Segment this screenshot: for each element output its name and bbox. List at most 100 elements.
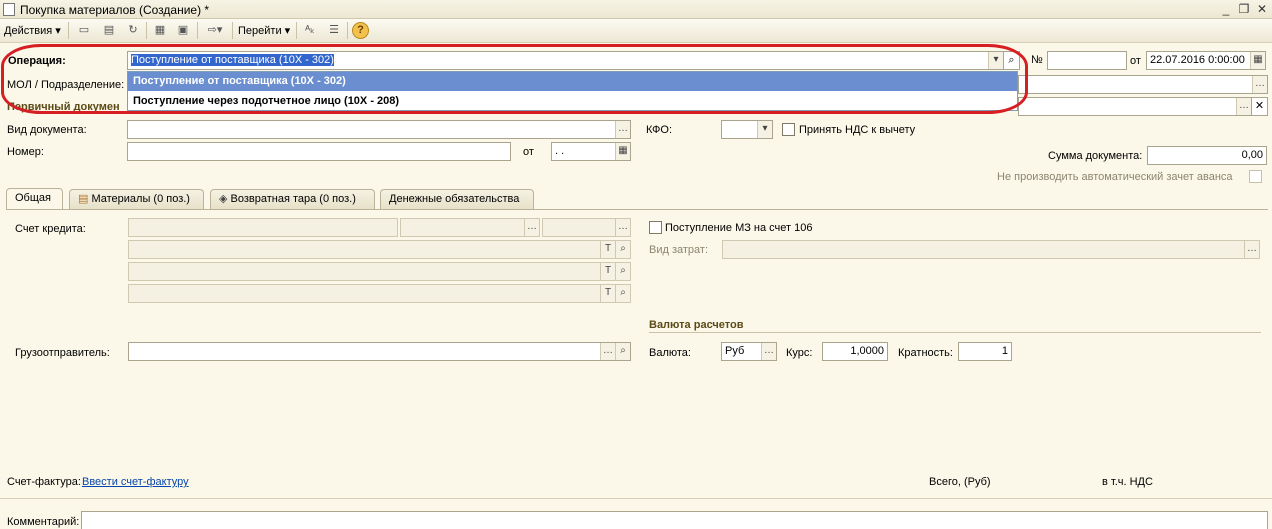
operation-value: Поступление от поставщика (10Х - 302) xyxy=(131,54,334,66)
print-icon[interactable]: ▣ xyxy=(174,22,192,39)
window-title: Покупка материалов (Создание) * xyxy=(20,3,210,17)
ellipsis-icon[interactable]: … xyxy=(1244,241,1259,258)
vat-checkbox[interactable] xyxy=(782,123,795,136)
toolbar: Действия ▾ ▭ ▤ ↻ ▦ ▣ ⇨▾ Перейти ▾ ᴬₖ ☰ ? xyxy=(0,19,1272,43)
operation-select[interactable]: Поступление от поставщика (10Х - 302) ▾ xyxy=(127,51,1004,70)
operation-dropdown-list: Поступление от поставщика (10Х - 302) По… xyxy=(127,71,1018,111)
package-icon: ◈ xyxy=(219,193,228,205)
document-icon xyxy=(3,3,15,16)
restore-icon[interactable]: ❐ xyxy=(1237,2,1251,16)
toolbar-separator xyxy=(347,22,348,39)
calendar-icon[interactable]: ▦ xyxy=(1250,52,1265,69)
credit-subaccount-input[interactable]: … xyxy=(542,218,631,237)
type-icon[interactable]: T xyxy=(600,285,615,302)
tab-returnable-containers[interactable]: ◈ Возвратная тара (0 поз.) xyxy=(210,189,375,209)
kfo-label: КФО: xyxy=(646,124,673,136)
table-icon: ▤ xyxy=(78,193,89,205)
doc-type-label: Вид документа: xyxy=(7,124,87,136)
ellipsis-icon[interactable]: … xyxy=(761,343,776,360)
tab-materials[interactable]: ▤ Материалы (0 поз.) xyxy=(69,189,204,209)
search-icon[interactable]: ⌕ xyxy=(615,343,630,360)
dropdown-option[interactable]: Поступление через подотчетное лицо (10Х … xyxy=(128,92,1017,111)
vat-total-label: в т.ч. НДС xyxy=(1102,476,1153,488)
analytics-input-1[interactable]: T ⌕ xyxy=(128,240,631,259)
number-field-label: Номер: xyxy=(7,146,44,158)
help-icon[interactable]: ? xyxy=(352,22,369,39)
ellipsis-icon[interactable]: … xyxy=(1252,76,1267,93)
consignor-input[interactable]: … ⌕ xyxy=(128,342,631,361)
refresh-icon[interactable]: ↻ xyxy=(124,22,142,39)
toolbar-separator xyxy=(197,22,198,39)
doc-number-input[interactable] xyxy=(127,142,511,161)
tab-monetary-obligations[interactable]: Денежные обязательства xyxy=(380,189,534,209)
actions-menu[interactable]: Действия ▾ xyxy=(4,24,61,37)
type-icon[interactable]: T xyxy=(600,241,615,258)
ellipsis-icon[interactable]: … xyxy=(615,121,630,138)
analytics-input-3[interactable]: T ⌕ xyxy=(128,284,631,303)
based-on-icon[interactable]: ⇨▾ xyxy=(202,22,228,39)
chevron-down-icon[interactable]: ▾ xyxy=(988,52,1003,69)
date-label: от xyxy=(1130,55,1141,67)
ellipsis-icon[interactable]: … xyxy=(615,219,630,236)
divider xyxy=(649,332,1261,333)
type-icon[interactable]: T xyxy=(600,263,615,280)
clear-icon[interactable]: ✕ xyxy=(1251,97,1268,116)
kfo-select[interactable]: ▾ xyxy=(721,120,773,139)
comment-input[interactable] xyxy=(81,511,1268,529)
expense-type-input[interactable]: … xyxy=(722,240,1260,259)
expense-type-label: Вид затрат: xyxy=(649,244,709,256)
analytics-input-2[interactable]: T ⌕ xyxy=(128,262,631,281)
primary-doc-label: Первичный докумен xyxy=(7,101,120,113)
rate-label: Курс: xyxy=(786,347,813,359)
tab-general[interactable]: Общая xyxy=(6,188,63,210)
fill-icon[interactable]: ▦ xyxy=(151,22,169,39)
mol-input[interactable]: … xyxy=(1018,75,1268,94)
ellipsis-icon[interactable]: … xyxy=(600,343,615,360)
search-icon[interactable]: ⌕ xyxy=(615,241,630,258)
primary-doc-input[interactable]: … xyxy=(1018,97,1252,116)
multiplicity-label: Кратность: xyxy=(898,347,953,359)
credit-kfo-input[interactable]: … xyxy=(400,218,540,237)
multiplicity-input[interactable]: 1 xyxy=(958,342,1012,361)
currency-label: Валюта: xyxy=(649,347,691,359)
search-icon[interactable]: ⌕ xyxy=(615,285,630,302)
invoice-label: Счет-фактура: xyxy=(7,476,81,488)
vat-checkbox-label: Принять НДС к вычету xyxy=(799,124,916,136)
toolbar-separator xyxy=(146,22,147,39)
save-icon[interactable]: ▭ xyxy=(75,22,93,39)
calendar-icon[interactable]: ▦ xyxy=(615,143,630,160)
close-icon[interactable]: ✕ xyxy=(1255,2,1269,16)
toolbar-separator xyxy=(68,22,69,39)
no-autooffset-checkbox[interactable] xyxy=(1249,170,1262,183)
no-autooffset-label: Не производить автоматический зачет аван… xyxy=(997,171,1233,183)
ellipsis-icon[interactable]: … xyxy=(1236,98,1251,115)
chevron-down-icon[interactable]: ▾ xyxy=(757,121,772,138)
doc-type-input[interactable]: … xyxy=(127,120,631,139)
credit-account-input[interactable] xyxy=(128,218,398,237)
sum-label: Сумма документа: xyxy=(1048,150,1143,162)
date-input[interactable]: 22.07.2016 0:00:00 ▦ xyxy=(1146,51,1266,70)
number-input[interactable] xyxy=(1047,51,1127,70)
post-icon[interactable]: ▤ xyxy=(100,22,118,39)
mz-checkbox[interactable] xyxy=(649,221,662,234)
number-label: № xyxy=(1031,54,1043,66)
sum-input[interactable]: 0,00 xyxy=(1147,146,1267,165)
currency-section-title: Валюта расчетов xyxy=(649,319,744,331)
spelling-icon[interactable]: ᴬₖ xyxy=(301,22,319,39)
structure-icon[interactable]: ☰ xyxy=(325,22,343,39)
doc-from-label: от xyxy=(523,146,534,158)
toolbar-separator xyxy=(232,22,233,39)
search-icon[interactable]: ⌕ xyxy=(1003,51,1020,70)
ellipsis-icon[interactable]: … xyxy=(524,219,539,236)
doc-date-input[interactable]: . . ▦ xyxy=(551,142,631,161)
total-label: Всего, (Руб) xyxy=(929,476,991,488)
search-icon[interactable]: ⌕ xyxy=(615,263,630,280)
consignor-label: Грузоотправитель: xyxy=(15,347,110,359)
goto-menu[interactable]: Перейти ▾ xyxy=(238,24,290,37)
comment-label: Комментарий: xyxy=(7,516,80,528)
currency-input[interactable]: Руб … xyxy=(721,342,777,361)
minimize-icon[interactable]: _ xyxy=(1219,2,1233,16)
enter-invoice-link[interactable]: Ввести счет-фактуру xyxy=(82,476,189,488)
rate-input[interactable]: 1,0000 xyxy=(822,342,888,361)
dropdown-option[interactable]: Поступление от поставщика (10Х - 302) xyxy=(128,72,1017,91)
